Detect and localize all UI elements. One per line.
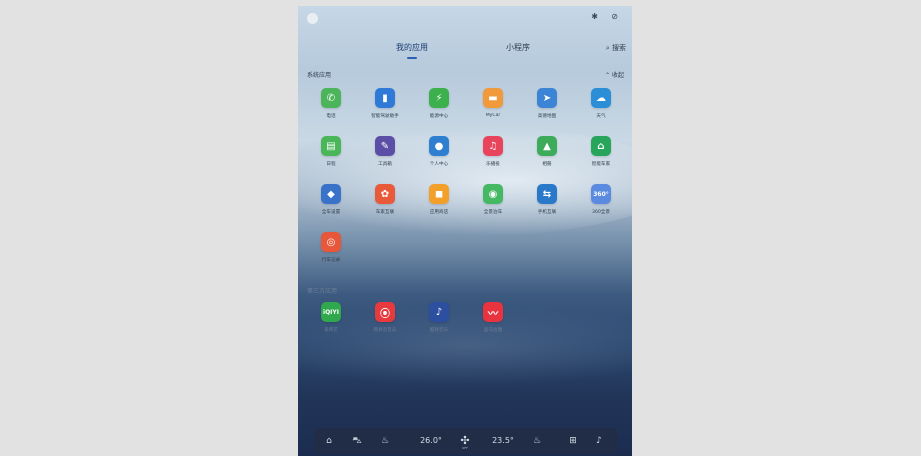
avatar-icon[interactable] <box>307 13 318 24</box>
home-icon[interactable]: ⌂ <box>320 428 338 454</box>
app-tile[interactable]: iQIYI 爱奇艺 <box>311 302 351 342</box>
chevron-up-icon: ⌃ <box>605 72 611 79</box>
app-label: 应用商店 <box>429 210 449 215</box>
app-icon: ▮ <box>375 88 395 108</box>
search-button[interactable]: ⌕ 搜索 <box>606 42 626 54</box>
app-label: 工具箱 <box>378 162 392 167</box>
app-tile[interactable]: ◼ 应用商店 <box>419 184 459 224</box>
apps-grid-icon[interactable]: ⊞ <box>564 428 582 454</box>
app-tile[interactable]: ♫ 乐播投 <box>473 136 513 176</box>
app-icon: ✎ <box>375 136 395 156</box>
app-label: 日程 <box>326 162 336 167</box>
app-icon: ◎ <box>321 232 341 252</box>
collapse-label: 收起 <box>611 72 624 79</box>
app-label: 相册 <box>542 162 552 167</box>
app-tile[interactable]: ▬ MyCar <box>473 88 513 128</box>
music-icon[interactable]: ♪ <box>590 428 608 454</box>
app-icon: ● <box>429 136 449 156</box>
app-label: 网易云音乐 <box>373 328 397 333</box>
app-tile[interactable]: ● 个人中心 <box>419 136 459 176</box>
app-tile[interactable]: ⚡ 能源中心 <box>419 88 459 128</box>
app-icon: ⦿ <box>375 302 395 322</box>
app-tile[interactable]: ✎ 工具箱 <box>365 136 405 176</box>
app-label: 智能车家 <box>591 162 611 167</box>
car-icon[interactable]: ⛍ <box>348 428 366 454</box>
app-icon: ⇆ <box>537 184 557 204</box>
app-label: 个人中心 <box>429 162 449 167</box>
app-tile[interactable]: ◉ 全景泊车 <box>473 184 513 224</box>
app-icon: ◼ <box>429 184 449 204</box>
app-label: 能源中心 <box>429 114 449 119</box>
app-icon: ⚡ <box>429 88 449 108</box>
app-label: 车家互联 <box>375 210 395 215</box>
app-label: 喜马拉雅 <box>483 328 503 333</box>
app-label: 爱奇艺 <box>324 328 338 333</box>
app-tile[interactable]: ➤ 高德地图 <box>527 88 567 128</box>
app-tile[interactable]: 360° 360全景 <box>581 184 621 224</box>
app-icon: ♫ <box>483 136 503 156</box>
app-label: 手机互联 <box>537 210 557 215</box>
app-tabs: 我的应用 小程序 ⌕ 搜索 <box>298 42 632 66</box>
app-icon: 360° <box>591 184 611 204</box>
app-label: 全景泊车 <box>483 210 503 215</box>
app-icon: ◆ <box>321 184 341 204</box>
app-tile[interactable]: ▤ 日程 <box>311 136 351 176</box>
seat-heat-right-icon[interactable]: ♨ <box>528 428 546 454</box>
link-icon: ⊘ <box>611 12 618 21</box>
app-icon: ▬ <box>483 88 503 108</box>
search-label: 搜索 <box>612 44 626 52</box>
collapse-button[interactable]: ⌃ 收起 <box>605 70 624 79</box>
app-label: 全车设置 <box>321 210 341 215</box>
app-icon: 〰 <box>483 302 503 322</box>
app-tile[interactable]: ⌂ 智能车家 <box>581 136 621 176</box>
app-icon: ◉ <box>483 184 503 204</box>
app-tile[interactable]: ▮ 智能驾驶助手 <box>365 88 405 128</box>
app-tile[interactable]: ♪ 酷我音乐 <box>419 302 459 342</box>
app-label: 高德地图 <box>537 114 557 119</box>
app-label: 酷我音乐 <box>429 328 449 333</box>
app-tile[interactable]: ☁ 天气 <box>581 88 621 128</box>
app-tile[interactable]: ◆ 全车设置 <box>311 184 351 224</box>
app-icon: ➤ <box>537 88 557 108</box>
app-tile[interactable]: ✆ 电话 <box>311 88 351 128</box>
app-label: 天气 <box>596 114 606 119</box>
app-icon: ▲ <box>537 136 557 156</box>
tab-my-apps[interactable]: 我的应用 <box>396 42 428 54</box>
tablet-screen: ✱ ⊘ 我的应用 小程序 ⌕ 搜索 系统应用 ⌃ 收起 ✆ 电话 ▮ 智能驾驶助手 ⚡ 能… <box>298 6 632 456</box>
app-icon: iQIYI <box>321 302 341 322</box>
app-tile[interactable]: ✿ 车家互联 <box>365 184 405 224</box>
app-icon: ⌂ <box>591 136 611 156</box>
bottom-dock: ⌂ ⛍ ♨ 26.0° ✣ OFF 23.5° ♨ ⊞ ♪ <box>314 428 618 454</box>
status-bar: ✱ ⊘ <box>298 6 632 28</box>
search-icon: ⌕ <box>605 44 610 52</box>
app-label: 行车记录 <box>321 258 341 263</box>
tab-active-indicator <box>407 57 417 59</box>
app-label: 360全景 <box>592 210 610 215</box>
app-tile[interactable]: ▲ 相册 <box>527 136 567 176</box>
seat-heat-icon[interactable]: ♨ <box>376 428 394 454</box>
app-label: 智能驾驶助手 <box>371 114 399 119</box>
app-icon: ✆ <box>321 88 341 108</box>
app-icon: ✿ <box>375 184 395 204</box>
app-label: MyCar <box>485 113 501 118</box>
app-icon: ▤ <box>321 136 341 156</box>
section-thirdparty-apps: 第三方应用 <box>307 288 338 295</box>
tab-mini-programs[interactable]: 小程序 <box>506 42 530 54</box>
app-tile[interactable]: ⦿ 网易云音乐 <box>365 302 405 342</box>
fan-status: OFF <box>462 446 468 450</box>
app-label: 电话 <box>326 114 336 119</box>
app-tile[interactable]: ⇆ 手机互联 <box>527 184 567 224</box>
app-tile[interactable]: 〰喜马拉雅 <box>473 302 513 342</box>
temperature-left[interactable]: 26.0° <box>414 428 448 454</box>
section-system-apps: 系统应用 <box>307 72 332 79</box>
app-tile[interactable]: ◎ 行车记录 <box>311 232 351 272</box>
fan-icon[interactable]: ✣ <box>456 428 474 454</box>
app-icon: ♪ <box>429 302 449 322</box>
app-icon: ☁ <box>591 88 611 108</box>
temperature-right[interactable]: 23.5° <box>486 428 520 454</box>
app-label: 乐播投 <box>486 162 500 167</box>
bluetooth-icon: ✱ <box>591 12 598 21</box>
